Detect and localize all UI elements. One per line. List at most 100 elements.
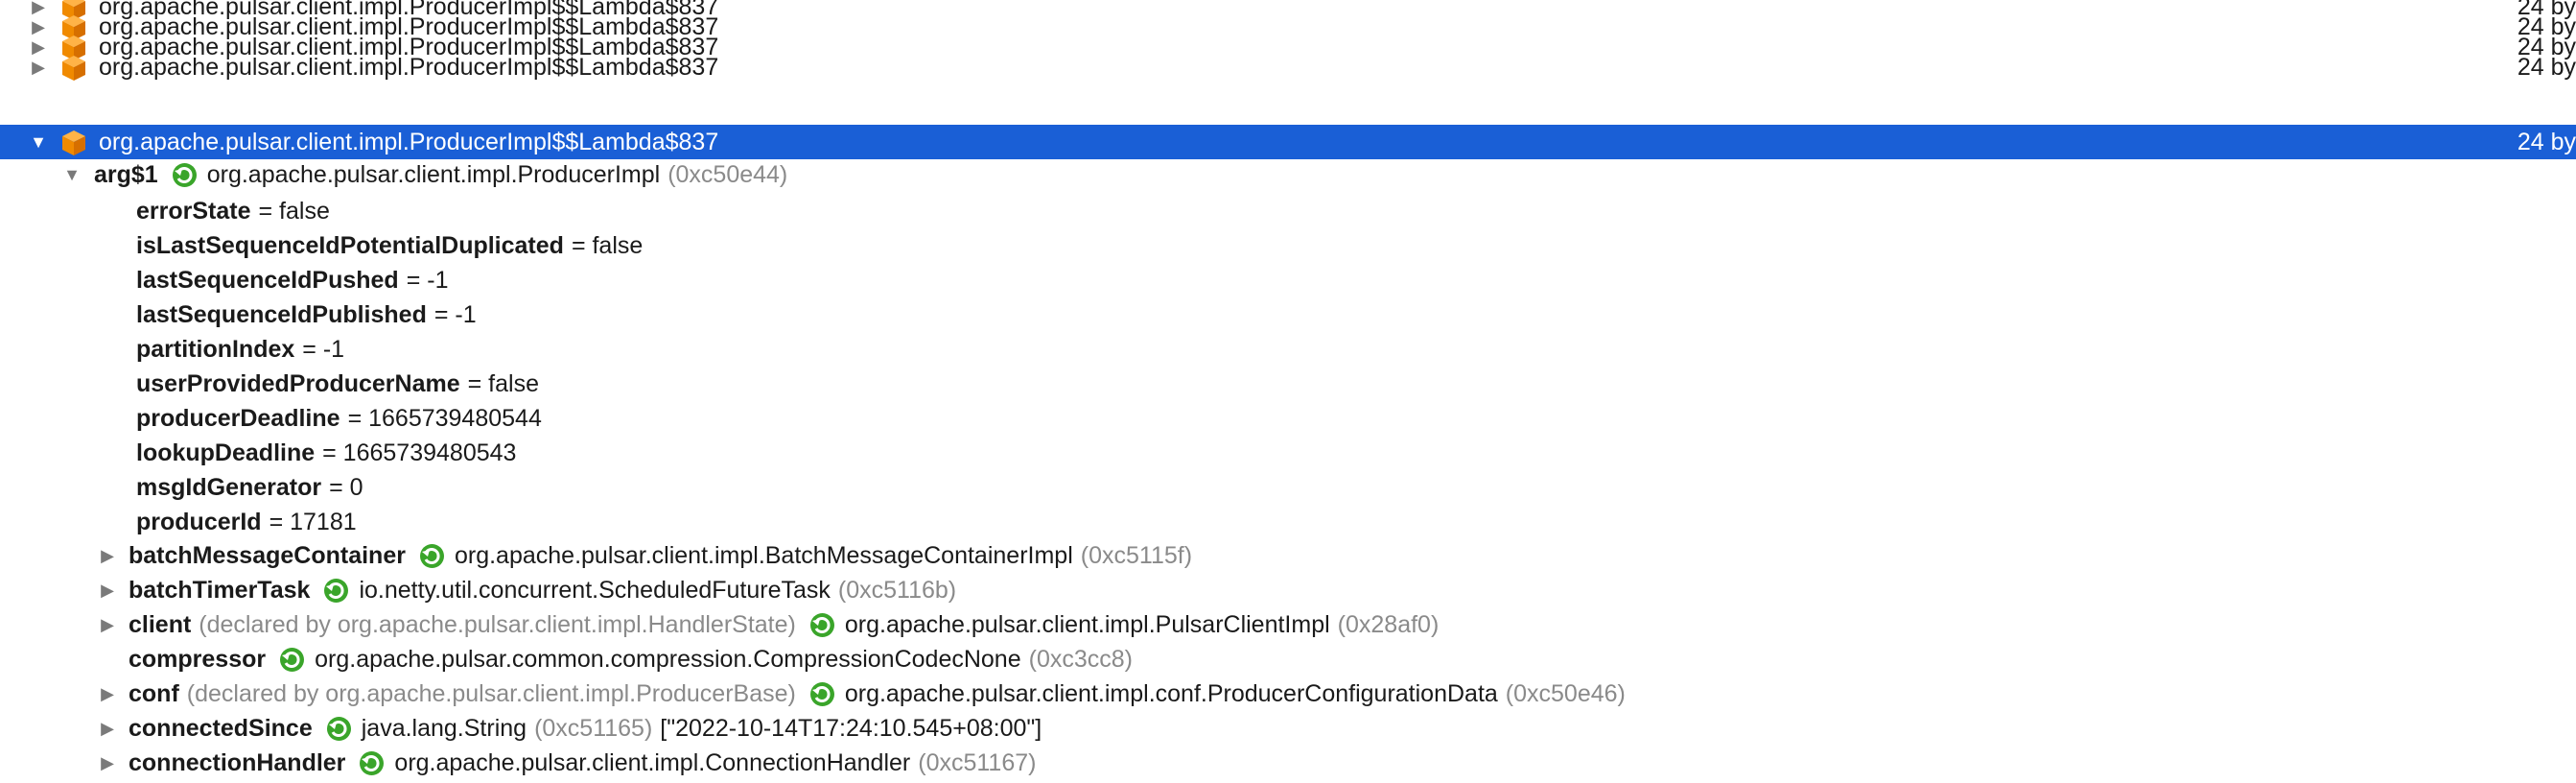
field-content: errorState = false: [136, 194, 330, 228]
field-type: io.netty.util.concurrent.ScheduledFuture…: [359, 576, 831, 604]
field-name: compressor: [129, 645, 267, 673]
reference-ok-icon: [809, 612, 835, 638]
tree-row-field[interactable]: producerDeadline = 1665739480544: [0, 401, 2576, 436]
reference-ok-icon: [359, 750, 385, 776]
tree-row-field[interactable]: msgIdGenerator = 0: [0, 470, 2576, 505]
string-value: ["2022-10-14T17:24:10.545+08:00"]: [660, 714, 1042, 742]
object-label: org.apache.pulsar.client.impl.ProducerIm…: [99, 128, 719, 155]
reference-ok-icon: [809, 681, 835, 707]
object-id: (0xc51167): [918, 748, 1037, 776]
field-content: producerDeadline = 1665739480544: [136, 401, 542, 436]
reference-ok-icon: [279, 647, 305, 673]
field-value: = 1665739480543: [322, 439, 517, 466]
field-content: producerId = 17181: [136, 505, 357, 539]
tree-row-arg[interactable]: ▼ arg$1 org.apache.pulsar.client.impl.Pro…: [0, 157, 2576, 192]
tree-row-field[interactable]: ▶ batchMessageContainer org.apache.pulsar…: [0, 538, 2576, 573]
field-content: lastSequenceIdPublished = -1: [136, 297, 477, 332]
field-content: conf (declared by org.apache.pulsar.clien…: [129, 676, 1626, 711]
field-content: client (declared by org.apache.pulsar.cli…: [129, 607, 1439, 642]
expand-arrow-icon[interactable]: ▶: [96, 613, 119, 636]
tree-row-field[interactable]: lastSequenceIdPushed = -1: [0, 263, 2576, 297]
tree-row-field[interactable]: isLastSequenceIdPotentialDuplicated = fal…: [0, 228, 2576, 263]
object-id: (0xc51165): [534, 714, 653, 742]
tree-row-field[interactable]: ▶ conf (declared by org.apache.pulsar.clie…: [0, 676, 2576, 711]
collapse-arrow-icon[interactable]: ▼: [27, 130, 50, 154]
field-content: connectedSince java.lang.String (0xc51165…: [129, 711, 1042, 746]
field-type: org.apache.pulsar.client.impl.BatchMessa…: [454, 541, 1073, 569]
field-content: batchMessageContainer org.apache.pulsar.…: [129, 538, 1192, 573]
arg-content: arg$1 org.apache.pulsar.client.impl.Prod…: [94, 157, 787, 192]
field-value: = 1665739480544: [347, 404, 542, 432]
field-name: client: [129, 610, 192, 638]
field-name: lastSequenceIdPublished: [136, 300, 427, 328]
tree-row-field[interactable]: lastSequenceIdPublished = -1: [0, 297, 2576, 332]
tree-row-field[interactable]: ▶ batchTimerTask io.netty.util.concurrent…: [0, 573, 2576, 607]
field-name: lookupDeadline: [136, 439, 316, 466]
field-name: batchTimerTask: [129, 576, 311, 604]
field-name: connectionHandler: [129, 748, 346, 776]
reference-ok-icon: [419, 543, 445, 569]
tree-row-selected[interactable]: ▼ org.apache.pulsar.client.impl.Producer…: [0, 125, 2576, 159]
heap-object-tree: ▶ org.apache.pulsar.client.impl.Producer…: [0, 0, 2576, 781]
field-name: producerId: [136, 508, 262, 535]
field-content: lookupDeadline = 1665739480543: [136, 436, 516, 470]
field-content: userProvidedProducerName = false: [136, 367, 539, 401]
field-content: lastSequenceIdPushed = -1: [136, 263, 448, 297]
tree-row-field[interactable]: ▶ client (declared by org.apache.pulsar.cl…: [0, 607, 2576, 642]
object-cube-icon: [59, 129, 88, 157]
field-content: connectionHandler org.apache.pulsar.clie…: [129, 746, 1036, 780]
field-value: = 0: [329, 473, 363, 501]
object-size: 24 by: [2517, 128, 2576, 155]
expand-arrow-icon[interactable]: ▶: [96, 579, 119, 602]
expand-arrow-icon[interactable]: ▶: [96, 544, 119, 567]
tree-row-field[interactable]: errorState = false: [0, 194, 2576, 228]
tree-row-field[interactable]: producerId = 17181: [0, 505, 2576, 539]
field-type: org.apache.pulsar.client.impl.conf.Produ…: [844, 679, 1498, 707]
field-content: batchTimerTask io.netty.util.concurrent.…: [129, 573, 956, 607]
field-name: isLastSequenceIdPotentialDuplicated: [136, 231, 564, 259]
field-content: msgIdGenerator = 0: [136, 470, 363, 505]
reference-ok-icon: [326, 716, 352, 742]
object-id: (0xc50e44): [667, 160, 788, 188]
tree-row-field[interactable]: ▶ connectedSince java.lang.String (0xc5116…: [0, 711, 2576, 746]
declared-by: (declared by org.apache.pulsar.client.im…: [186, 679, 796, 707]
field-name: conf: [129, 679, 179, 707]
field-value: = false: [467, 369, 539, 397]
field-type: java.lang.String: [361, 714, 527, 742]
expand-arrow-icon[interactable]: ▶: [96, 717, 119, 740]
tree-row-field[interactable]: compressor org.apache.pulsar.common.comp…: [0, 642, 2576, 676]
field-content: isLastSequenceIdPotentialDuplicated = fal…: [136, 228, 643, 263]
field-content: partitionIndex = -1: [136, 332, 344, 367]
field-name: arg$1: [94, 160, 158, 188]
field-value: = -1: [406, 266, 449, 294]
object-id: (0xc3cc8): [1028, 645, 1133, 673]
tree-row-field[interactable]: userProvidedProducerName = false: [0, 367, 2576, 401]
field-type: org.apache.pulsar.client.impl.ProducerIm…: [206, 160, 661, 188]
object-id: (0x28af0): [1337, 610, 1440, 638]
field-content: compressor org.apache.pulsar.common.comp…: [129, 642, 1133, 676]
field-name: userProvidedProducerName: [136, 369, 460, 397]
reference-ok-icon: [172, 162, 198, 188]
field-name: partitionIndex: [136, 335, 295, 363]
tree-row-field[interactable]: partitionIndex = -1: [0, 332, 2576, 367]
field-type: org.apache.pulsar.client.impl.Connection…: [394, 748, 911, 776]
field-value: = false: [571, 231, 644, 259]
tree-row-lambda[interactable]: ▶ org.apache.pulsar.client.impl.Producer…: [0, 50, 2576, 84]
field-value: = false: [258, 197, 330, 225]
object-id: (0xc5115f): [1080, 541, 1193, 569]
field-name: lastSequenceIdPushed: [136, 266, 399, 294]
declared-by: (declared by org.apache.pulsar.client.im…: [199, 610, 796, 638]
collapse-arrow-icon[interactable]: ▼: [60, 163, 83, 186]
reference-ok-icon: [323, 578, 349, 604]
field-name: connectedSince: [129, 714, 313, 742]
tree-row-field[interactable]: ▶ connectionHandler org.apache.pulsar.cli…: [0, 746, 2576, 780]
field-value: = -1: [433, 300, 477, 328]
object-id: (0xc5116b): [837, 576, 957, 604]
expand-arrow-icon[interactable]: ▶: [27, 56, 50, 79]
expand-arrow-icon[interactable]: ▶: [96, 751, 119, 774]
field-type: org.apache.pulsar.common.compression.Com…: [315, 645, 1021, 673]
expand-arrow-icon[interactable]: ▶: [96, 682, 119, 705]
object-id: (0xc50e46): [1505, 679, 1626, 707]
object-label: org.apache.pulsar.client.impl.ProducerIm…: [99, 53, 719, 81]
tree-row-field[interactable]: lookupDeadline = 1665739480543: [0, 436, 2576, 470]
